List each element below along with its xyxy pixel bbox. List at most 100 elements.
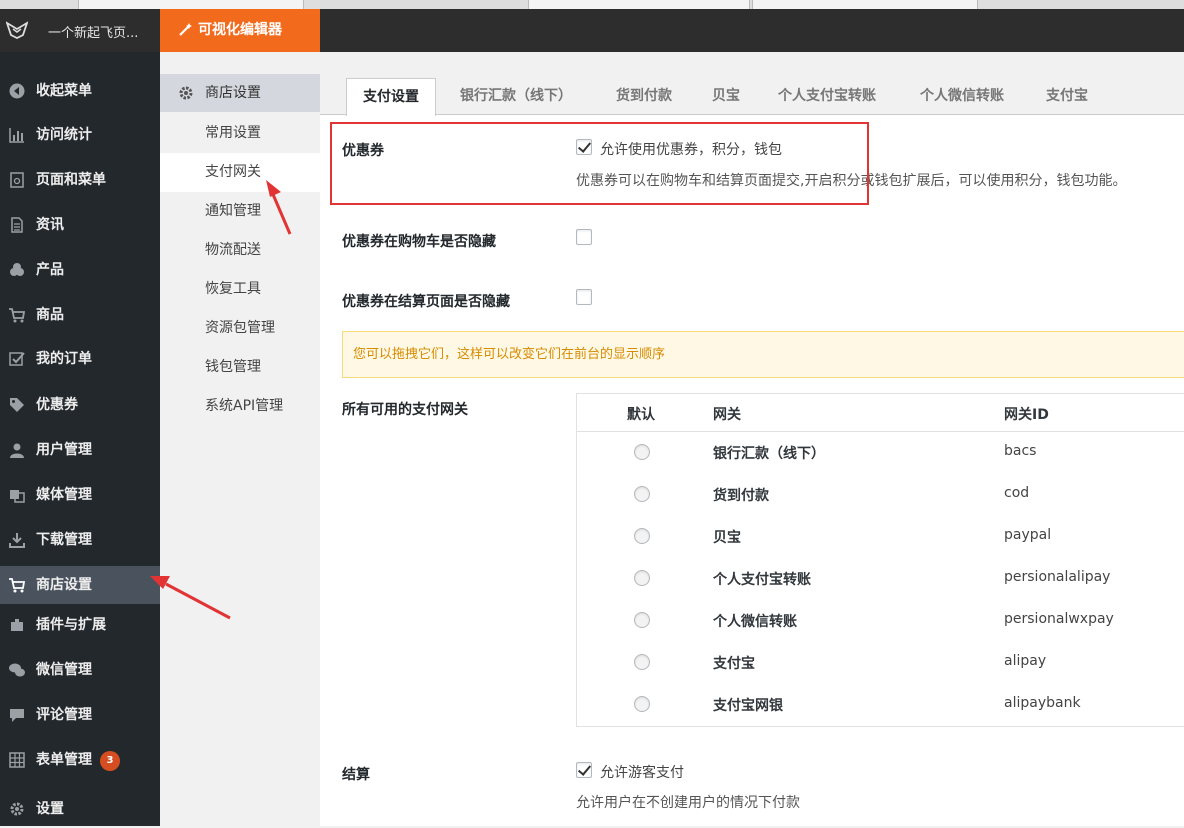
tab-cod[interactable]: 货到付款 [600, 78, 688, 115]
sidebar-item-label: 媒体管理 [36, 487, 92, 503]
gateway-name: 贝宝 [713, 530, 741, 546]
browser-tab[interactable] [528, 0, 750, 9]
table-row[interactable]: 货到付款 cod [577, 474, 1184, 516]
default-gateway-radio[interactable] [634, 444, 650, 460]
gear-icon [179, 86, 193, 100]
sidebar-item-label: 我的订单 [36, 351, 92, 367]
sidebar-item-plugins[interactable]: 插件与扩展 [0, 606, 160, 644]
visual-editor-label: 可视化编辑器 [198, 22, 282, 38]
checklist-icon [9, 352, 25, 366]
sidebar-item-news[interactable]: 资讯 [0, 206, 160, 244]
admin-sidebar: 收起菜单 访问统计 页面和菜单 资讯 产品 商品 我的订单 优惠券 用户管理 媒… [0, 52, 160, 826]
table-row[interactable]: 支付宝网银 alipaybank [577, 684, 1184, 726]
wechat-icon [9, 663, 25, 677]
sidebar-item-label: 插件与扩展 [36, 617, 106, 633]
table-row[interactable]: 支付宝 alipay [577, 642, 1184, 684]
sidebar-item-store-settings[interactable]: 商店设置 [0, 566, 160, 604]
tab-personal-wechat[interactable]: 个人微信转账 [904, 78, 1020, 115]
tag-icon [10, 398, 24, 412]
default-gateway-radio[interactable] [634, 696, 650, 712]
tab-personal-alipay[interactable]: 个人支付宝转账 [762, 78, 892, 115]
sidebar-item-pages[interactable]: 页面和菜单 [0, 161, 160, 199]
checkout-label: 结算 [342, 767, 370, 783]
subnav-item-shipping[interactable]: 物流配送 [160, 231, 320, 270]
subnav-item-recovery[interactable]: 恢复工具 [160, 270, 320, 309]
default-gateway-radio[interactable] [634, 570, 650, 586]
guest-checkout-label: 允许游客支付 [600, 765, 684, 781]
sidebar-item-stats[interactable]: 访问统计 [0, 116, 160, 154]
sidebar-item-label: 收起菜单 [36, 83, 92, 99]
tab-bank-transfer[interactable]: 银行汇款（线下） [444, 78, 588, 115]
guest-checkout-description: 允许用户在不创建用户的情况下付款 [576, 795, 800, 811]
sidebar-item-label: 表单管理 [36, 752, 92, 768]
hide-in-checkout-checkbox[interactable] [576, 289, 592, 305]
subnav-item-payment-gateway[interactable]: 支付网关 [160, 153, 320, 192]
gateway-name: 个人微信转账 [713, 614, 797, 630]
visual-editor-button[interactable]: 可视化编辑器 [160, 9, 320, 52]
sidebar-item-users[interactable]: 用户管理 [0, 431, 160, 469]
site-logo-icon[interactable] [6, 20, 28, 40]
sidebar-item-label: 产品 [36, 262, 64, 278]
sidebar-item-label: 评论管理 [36, 707, 92, 723]
default-gateway-radio[interactable] [634, 612, 650, 628]
table-row[interactable]: 个人支付宝转账 persionalalipay [577, 558, 1184, 600]
subnav-item-api[interactable]: 系统API管理 [160, 387, 320, 426]
gateways-label: 所有可用的支付网关 [342, 402, 468, 418]
user-icon [10, 443, 24, 458]
admin-bar: 一个新起飞页... 可视化编辑器 [0, 9, 1184, 52]
sidebar-item-wechat[interactable]: 微信管理 [0, 651, 160, 689]
tab-payment-settings[interactable]: 支付设置 [346, 78, 436, 116]
hide-in-cart-checkbox[interactable] [576, 229, 592, 245]
sidebar-item-label: 设置 [36, 801, 64, 817]
sidebar-item-label: 资讯 [36, 217, 64, 233]
sidebar-item-comments[interactable]: 评论管理 [0, 696, 160, 734]
sidebar-item-orders[interactable]: 我的订单 [0, 340, 160, 378]
gateway-id: persionalwxpay [1004, 611, 1114, 627]
default-gateway-radio[interactable] [634, 486, 650, 502]
gateway-name: 支付宝 [713, 656, 755, 672]
gateway-table-header: 默认 网关 网关ID [577, 394, 1184, 432]
subnav-item-notifications[interactable]: 通知管理 [160, 192, 320, 231]
bar-chart-icon [9, 128, 24, 143]
settings-tabs: 支付设置 银行汇款（线下） 货到付款 贝宝 个人支付宝转账 个人微信转账 支付宝 [320, 52, 1184, 116]
gateway-id: alipaybank [1004, 695, 1081, 711]
browser-tab-strip [0, 0, 1184, 9]
gateway-id: cod [1004, 485, 1030, 501]
subnav-item-packages[interactable]: 资源包管理 [160, 309, 320, 348]
subnav-item-general[interactable]: 常用设置 [160, 114, 320, 153]
annotation-highlight-box [330, 122, 869, 205]
subnav-heading: 商店设置 [160, 74, 320, 112]
table-row[interactable]: 个人微信转账 persionalwxpay [577, 600, 1184, 642]
sidebar-item-collapse[interactable]: 收起菜单 [0, 72, 160, 110]
guest-checkout-checkbox[interactable] [576, 762, 592, 778]
sidebar-item-goods[interactable]: 商品 [0, 296, 160, 334]
annotation-arrow-icon [150, 576, 231, 620]
tab-paypal[interactable]: 贝宝 [696, 78, 756, 115]
gear-icon [10, 802, 24, 816]
default-gateway-radio[interactable] [634, 528, 650, 544]
tab-alipay[interactable]: 支付宝 [1030, 78, 1104, 115]
sidebar-item-label: 优惠券 [36, 397, 78, 413]
gateway-name: 货到付款 [713, 488, 769, 504]
cart-icon [9, 578, 25, 593]
table-row[interactable]: 贝宝 paypal [577, 516, 1184, 558]
browser-tab[interactable] [752, 0, 978, 9]
table-row[interactable]: 银行汇款（线下） bacs [577, 432, 1184, 474]
download-icon [9, 533, 25, 548]
browser-tab[interactable] [78, 0, 304, 9]
collapse-icon [9, 83, 25, 99]
sidebar-item-forms[interactable]: 表单管理 3 [0, 741, 160, 779]
sidebar-item-label: 微信管理 [36, 662, 92, 678]
default-gateway-radio[interactable] [634, 654, 650, 670]
sidebar-item-coupons[interactable]: 优惠券 [0, 386, 160, 424]
cart-icon [9, 308, 25, 323]
sidebar-item-products[interactable]: 产品 [0, 251, 160, 289]
sidebar-item-settings[interactable]: 设置 [0, 790, 160, 828]
sidebar-item-downloads[interactable]: 下载管理 [0, 521, 160, 559]
gateway-id: bacs [1004, 443, 1037, 459]
sidebar-item-label: 下载管理 [36, 532, 92, 548]
gateway-id: alipay [1004, 653, 1047, 669]
subnav-item-wallet[interactable]: 钱包管理 [160, 348, 320, 387]
sidebar-item-media[interactable]: 媒体管理 [0, 476, 160, 514]
site-name[interactable]: 一个新起飞页... [48, 22, 138, 41]
